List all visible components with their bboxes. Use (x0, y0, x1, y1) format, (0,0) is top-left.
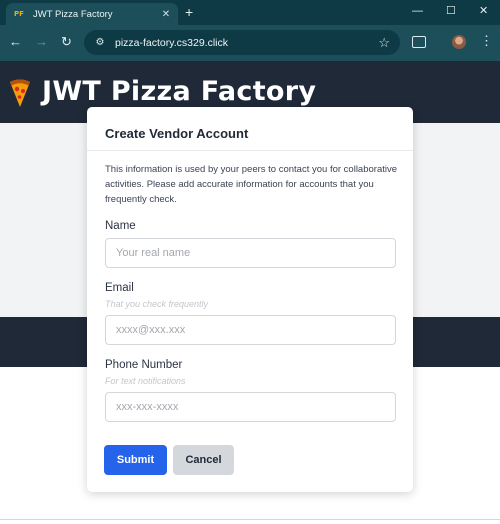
tab-close-icon[interactable]: ✕ (160, 9, 172, 20)
bookmark-star-icon[interactable]: ☆ (378, 35, 390, 51)
phone-hint: For text notifications (105, 376, 186, 386)
reload-icon[interactable]: ↻ (61, 34, 72, 50)
email-hint: That you check frequently (105, 299, 209, 309)
cancel-button[interactable]: Cancel (173, 445, 234, 475)
name-label: Name (105, 220, 136, 232)
browser-tab-bar: PF JWT Pizza Factory ✕ + — ☐ ✕ (0, 0, 500, 25)
pizza-factory-favicon-icon: PF (14, 10, 24, 18)
create-vendor-dialog: Create Vendor Account This information i… (87, 107, 413, 492)
name-input[interactable] (105, 238, 396, 268)
phone-input[interactable] (105, 392, 396, 422)
email-label: Email (105, 282, 134, 294)
dialog-description: This information is used by your peers t… (105, 164, 398, 205)
address-bar[interactable]: ⚙ pizza-factory.cs329.click ☆ (84, 30, 400, 55)
submit-button[interactable]: Submit (104, 445, 167, 475)
profile-avatar[interactable] (452, 35, 466, 49)
forward-icon[interactable]: → (35, 34, 48, 50)
email-input[interactable] (105, 315, 396, 345)
browser-menu-icon[interactable]: ⋮ (480, 33, 493, 49)
site-info-icon[interactable]: ⚙ (93, 36, 107, 50)
minimize-icon[interactable]: — (412, 4, 423, 18)
extensions-icon[interactable] (412, 36, 426, 48)
site-title[interactable]: JWT Pizza Factory (42, 76, 316, 107)
pizza-slice-icon[interactable] (8, 78, 32, 108)
divider (0, 519, 500, 520)
back-icon[interactable]: ← (9, 34, 22, 50)
maximize-icon[interactable]: ☐ (446, 4, 456, 18)
dialog-divider (87, 150, 413, 151)
url-text[interactable]: pizza-factory.cs329.click (115, 37, 378, 49)
phone-label: Phone Number (105, 359, 183, 371)
tab-title: JWT Pizza Factory (33, 8, 113, 20)
new-tab-icon[interactable]: + (185, 4, 193, 20)
window-close-icon[interactable]: ✕ (479, 4, 488, 18)
browser-tab[interactable]: PF JWT Pizza Factory ✕ (6, 3, 178, 25)
dialog-title: Create Vendor Account (105, 126, 249, 141)
